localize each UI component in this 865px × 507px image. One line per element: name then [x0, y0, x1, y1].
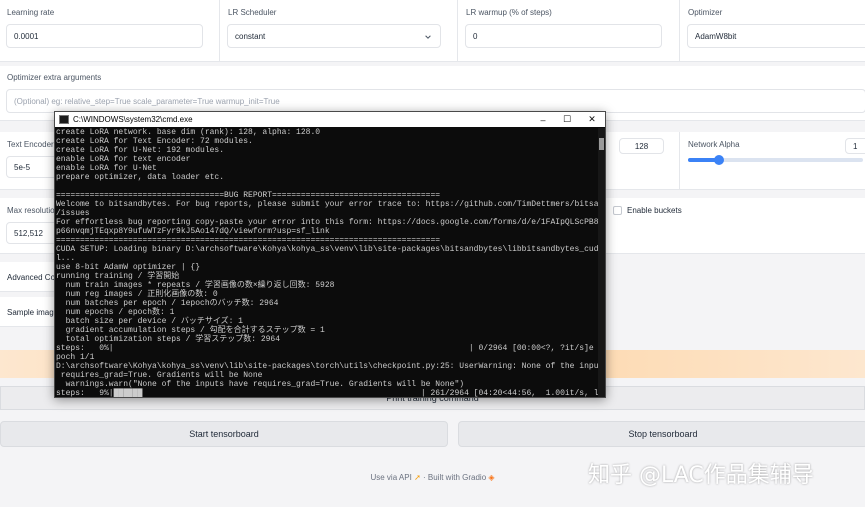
cmd-line: total optimization steps / 学習ステップ数: 2964 — [56, 335, 281, 344]
use-via-api-link[interactable]: Use via API — [370, 473, 411, 482]
cmd-line: gradient accumulation steps / 勾配を合計するステッ… — [56, 326, 325, 335]
network-dim-panel: 128 — [606, 132, 680, 190]
lr-scheduler-select[interactable]: constant — [227, 24, 441, 48]
cmd-line: Welcome to bitsandbytes. For bug reports… — [56, 200, 598, 209]
network-alpha-input[interactable]: 1 — [845, 138, 865, 154]
cmd-line: l... — [56, 254, 76, 263]
cmd-line: running training / 学習開始 — [56, 272, 180, 281]
cmd-line: create LoRA for Text Encoder: 72 modules… — [56, 137, 253, 146]
network-alpha-panel: Network Alpha 1 — [680, 132, 865, 190]
lr-scheduler-panel: LR Scheduler constant — [220, 0, 458, 62]
close-icon[interactable]: ✕ — [580, 112, 604, 127]
chevron-down-icon — [425, 35, 431, 39]
cmd-line: ========================================… — [56, 236, 441, 245]
cmd-line: warnings.warn("None of the inputs have r… — [56, 380, 465, 389]
cmd-line: prepare optimizer, data loader etc. — [56, 173, 225, 182]
cmd-line: poch 1/1 — [56, 353, 95, 362]
text-encoder-lr-panel: Text Encoder 5e-5 — [0, 132, 66, 190]
rocket-icon: ➚ — [414, 473, 423, 482]
advanced-config-accordion[interactable]: Advanced Co — [0, 262, 60, 292]
maximize-icon[interactable]: ☐ — [555, 112, 579, 127]
cmd-line: steps: 0%| | 0/2964 [00:00<?, ?it/s]e — [56, 344, 594, 353]
optimizer-extra-placeholder: (Optional) eg: relative_step=True scale_… — [14, 96, 280, 106]
cmd-line: requires_grad=True. Gradients will be No… — [56, 371, 263, 380]
gradio-logo-icon: ◈ — [488, 473, 495, 482]
optimizer-extra-input[interactable]: (Optional) eg: relative_step=True scale_… — [6, 89, 865, 113]
cmd-line: ===================================BUG R… — [56, 191, 441, 200]
start-tensorboard-button[interactable]: Start tensorboard — [0, 421, 448, 447]
max-resolution-panel: Max resolutio 512,512 — [0, 198, 66, 254]
cmd-line: steps: 9%|██████ | 261/2964 [04:20<44:56… — [56, 389, 598, 397]
stop-tensorboard-button[interactable]: Stop tensorboard — [458, 421, 865, 447]
cmd-line — [56, 182, 598, 191]
cmd-line: enable LoRA for U-Net — [56, 164, 157, 173]
optimizer-select[interactable]: AdamW8bit — [687, 24, 865, 48]
advanced-config-label: Advanced Co — [7, 273, 56, 282]
cmd-line: CUDA SETUP: Loading binary D:\archsoftwa… — [56, 245, 598, 254]
cmd-line: create LoRA network. base dim (rank): 12… — [56, 128, 321, 137]
cmd-scrollbar-thumb[interactable] — [599, 138, 604, 150]
enable-buckets-panel: Enable buckets — [606, 198, 865, 254]
cmd-line: num batches per epoch / 1epochのバッチ数: 296… — [56, 299, 279, 308]
cmd-title: C:\WINDOWS\system32\cmd.exe — [73, 115, 193, 124]
cmd-line: p66nvqmjTEqxp8Y9ufuWTzFyr9kJ5Ao147dQ/vie… — [56, 227, 330, 236]
lr-warmup-input[interactable]: 0 — [465, 24, 662, 48]
cmd-line: For effortless bug reporting copy-paste … — [56, 218, 598, 227]
lr-scheduler-label: LR Scheduler — [228, 8, 277, 17]
lr-warmup-panel: LR warmup (% of steps) 0 — [458, 0, 680, 62]
built-with-gradio-link[interactable]: Built with Gradio — [428, 473, 486, 482]
cmd-line: enable LoRA for text encoder — [56, 155, 191, 164]
cmd-window[interactable]: C:\WINDOWS\system32\cmd.exe – ☐ ✕ create… — [54, 111, 606, 398]
sample-images-label: Sample imag — [7, 308, 54, 317]
network-dim-input[interactable]: 128 — [619, 138, 664, 154]
cmd-line: /issues — [56, 209, 90, 218]
learning-rate-input[interactable]: 0.0001 — [6, 24, 203, 48]
optimizer-extra-label: Optimizer extra arguments — [7, 73, 102, 82]
network-alpha-label: Network Alpha — [688, 140, 740, 149]
terminal-icon — [59, 115, 69, 124]
optimizer-panel: Optimizer AdamW8bit — [680, 0, 865, 62]
cmd-line: num reg images / 正則化画像の数: 0 — [56, 290, 218, 299]
cmd-output: create LoRA network. base dim (rank): 12… — [56, 128, 598, 397]
max-resolution-label: Max resolutio — [7, 206, 55, 215]
learning-rate-panel: Learning rate 0.0001 — [0, 0, 220, 62]
cmd-line: D:\archsoftware\Kohya\kohya_ss\venv\lib\… — [56, 362, 598, 371]
lr-warmup-label: LR warmup (% of steps) — [466, 8, 552, 17]
watermark: 知乎 @LAC作品集辅导 — [588, 463, 814, 488]
cmd-line: use 8-bit AdamW optimizer | {} — [56, 263, 201, 272]
text-encoder-lr-label: Text Encoder — [7, 140, 54, 149]
cmd-titlebar[interactable]: C:\WINDOWS\system32\cmd.exe – ☐ ✕ — [55, 112, 605, 127]
sample-images-accordion[interactable]: Sample imag — [0, 297, 60, 327]
lr-scheduler-value: constant — [235, 31, 266, 41]
cmd-line: batch size per device / バッチサイズ: 1 — [56, 317, 243, 326]
minimize-icon[interactable]: – — [531, 112, 555, 127]
cmd-line: num train images * repeats / 学習画像の数×繰り返し… — [56, 281, 335, 290]
optimizer-label: Optimizer — [688, 8, 723, 17]
enable-buckets-label: Enable buckets — [627, 206, 682, 215]
cmd-line: create LoRA for U-Net: 192 modules. — [56, 146, 225, 155]
network-alpha-slider-handle[interactable] — [714, 155, 724, 165]
enable-buckets-checkbox[interactable] — [613, 206, 622, 215]
cmd-line: num epochs / epoch数: 1 — [56, 308, 175, 317]
learning-rate-label: Learning rate — [7, 8, 55, 17]
cmd-scrollbar[interactable] — [598, 128, 605, 397]
